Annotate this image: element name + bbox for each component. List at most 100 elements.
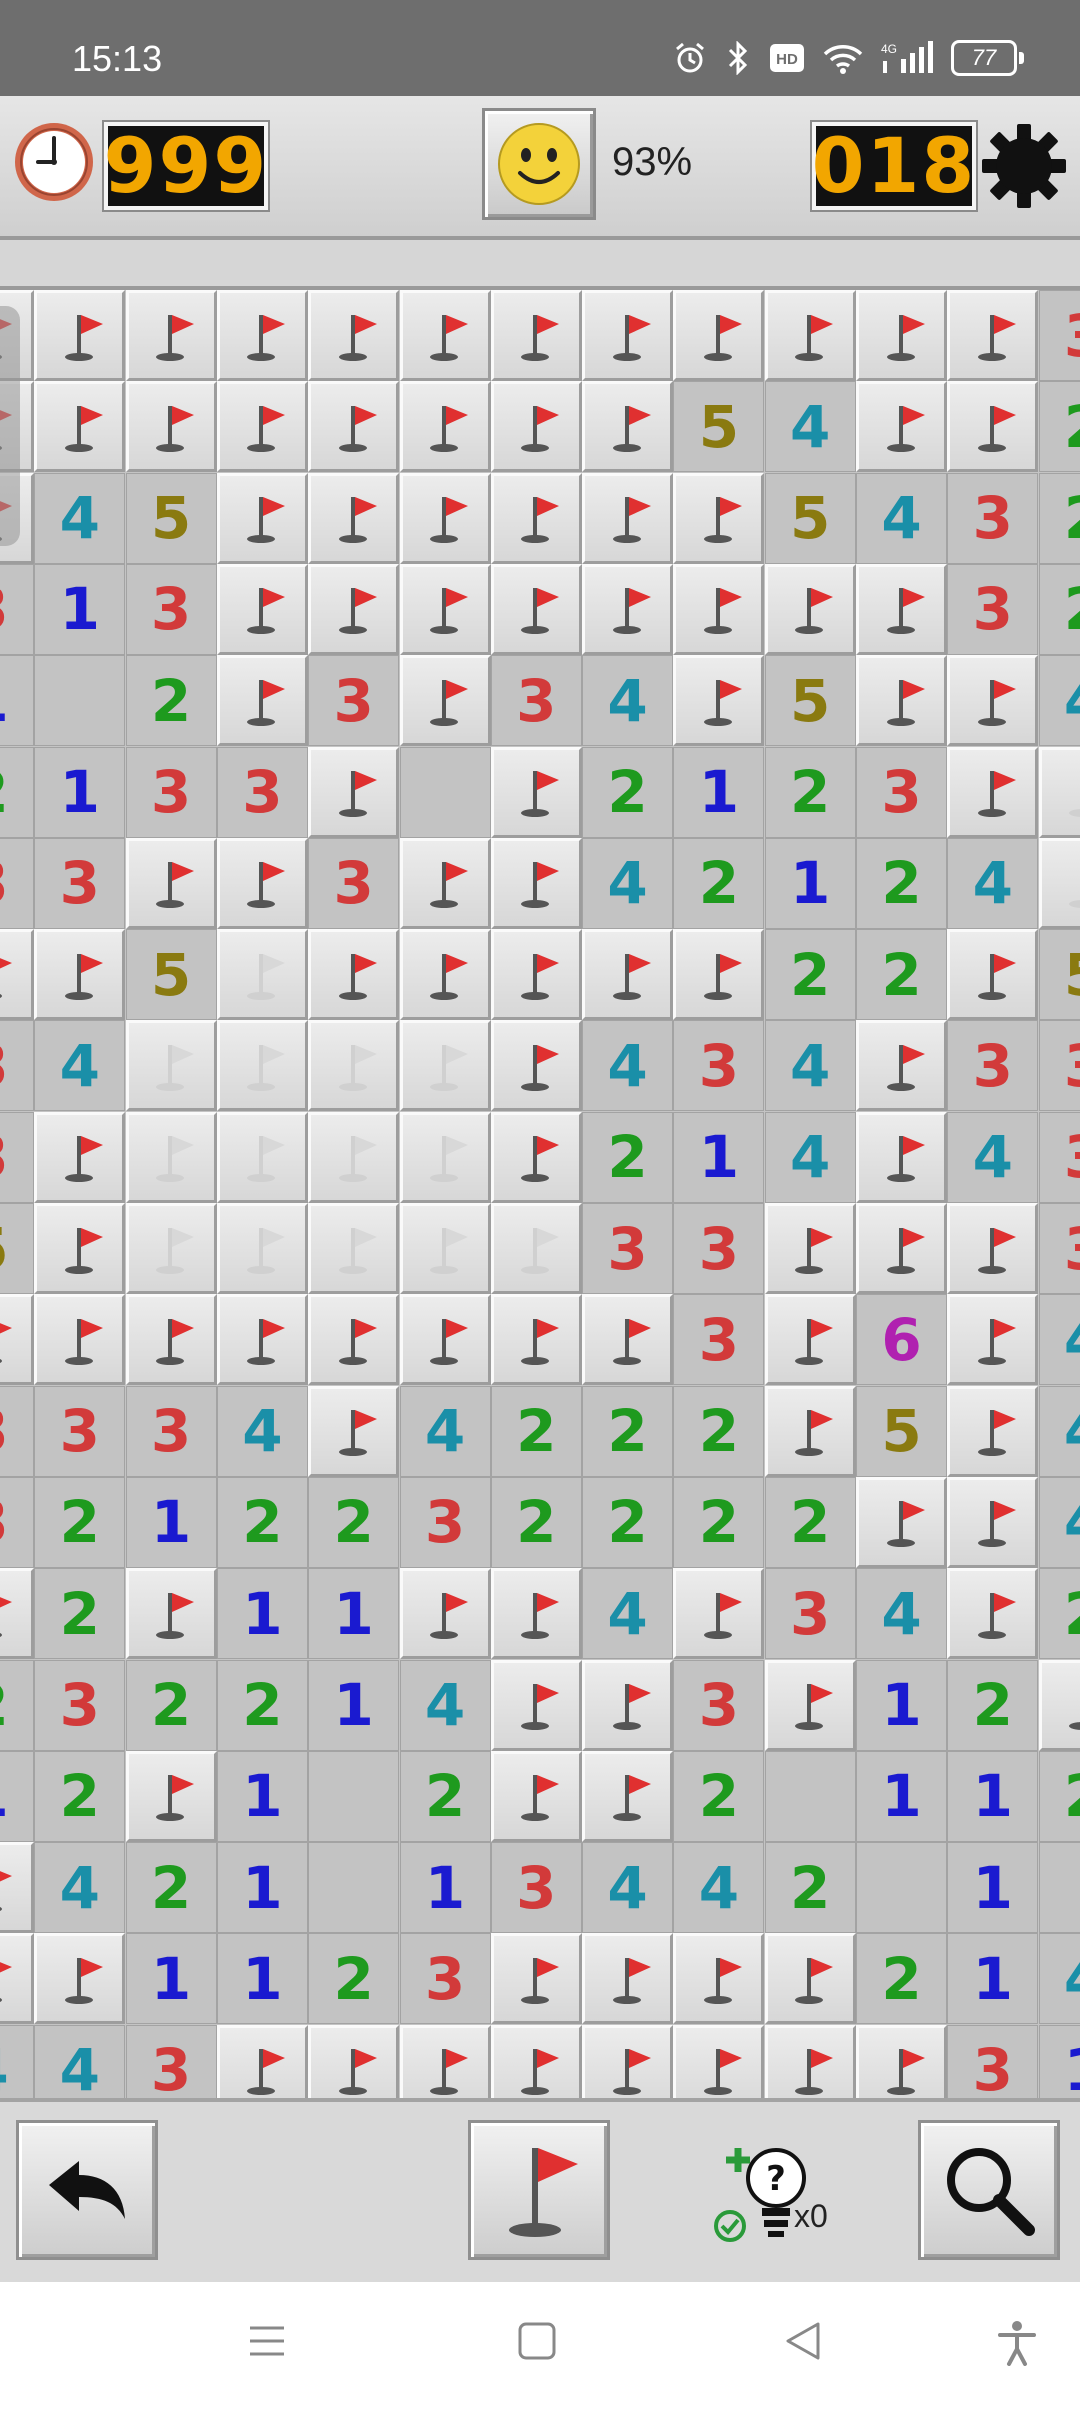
flagged-cell[interactable]: [856, 1111, 947, 1203]
flagged-cell[interactable]: [490, 290, 582, 381]
number-cell[interactable]: 3: [34, 837, 126, 929]
menu-icon[interactable]: [246, 2320, 288, 2362]
flagged-cell[interactable]: [125, 381, 217, 473]
flagged-cell[interactable]: [673, 563, 765, 655]
number-cell[interactable]: 5: [1038, 929, 1080, 1021]
number-cell[interactable]: 4: [582, 1020, 674, 1112]
flagged-cell[interactable]: [34, 929, 126, 1021]
flagged-cell[interactable]: [308, 746, 400, 838]
flagged-cell[interactable]: [947, 746, 1039, 838]
empty-cell[interactable]: [34, 655, 126, 747]
flagged-cell[interactable]: [399, 2024, 491, 2098]
flagged-cell[interactable]: [399, 929, 491, 1021]
flagged-cell[interactable]: [490, 563, 582, 655]
flagged-cell[interactable]: [125, 1750, 217, 1842]
number-cell[interactable]: 2: [1038, 472, 1080, 564]
flagged-cell[interactable]: [582, 1659, 674, 1751]
side-drawer-handle[interactable]: [0, 306, 20, 546]
empty-cell[interactable]: [856, 1842, 947, 1934]
accessibility-icon[interactable]: [996, 2320, 1038, 2366]
flagged-cell[interactable]: [34, 381, 126, 473]
flagged-cell[interactable]: [673, 1933, 765, 2025]
covered-cell[interactable]: [216, 1203, 308, 1294]
flagged-cell[interactable]: [582, 2024, 674, 2098]
number-cell[interactable]: 1: [399, 1842, 491, 1934]
number-cell[interactable]: 3: [308, 655, 400, 747]
number-cell[interactable]: 3: [1038, 1020, 1080, 1112]
empty-cell[interactable]: [308, 1842, 400, 1934]
number-cell[interactable]: 2: [856, 1933, 947, 2025]
number-cell[interactable]: 2: [582, 1111, 674, 1203]
number-cell[interactable]: 1: [856, 1659, 947, 1751]
number-cell[interactable]: 3: [764, 1568, 856, 1660]
number-cell[interactable]: 4: [1038, 1933, 1080, 2025]
flagged-cell[interactable]: [582, 381, 674, 473]
covered-cell[interactable]: [216, 1020, 308, 1112]
flagged-cell[interactable]: [673, 2024, 765, 2098]
number-cell[interactable]: 3: [1038, 1203, 1080, 1294]
flagged-cell[interactable]: [490, 1111, 582, 1203]
flagged-cell[interactable]: [216, 837, 308, 929]
flagged-cell[interactable]: [764, 1385, 856, 1477]
number-cell[interactable]: 1: [216, 1933, 308, 2025]
flagged-cell[interactable]: [947, 655, 1039, 747]
flagged-cell[interactable]: [582, 1750, 674, 1842]
flagged-cell[interactable]: [673, 290, 765, 381]
number-cell[interactable]: 2: [490, 1476, 582, 1568]
number-cell[interactable]: 4: [582, 837, 674, 929]
number-cell[interactable]: 2: [34, 1568, 126, 1660]
flagged-cell[interactable]: [856, 1203, 947, 1294]
number-cell[interactable]: 1: [673, 746, 765, 838]
number-cell[interactable]: 3: [947, 472, 1039, 564]
flagged-cell[interactable]: [947, 929, 1039, 1021]
number-cell[interactable]: 4: [582, 1568, 674, 1660]
number-cell[interactable]: 2: [125, 1842, 217, 1934]
flagged-cell[interactable]: [947, 1476, 1039, 1568]
number-cell[interactable]: 6: [856, 1294, 947, 1386]
flagged-cell[interactable]: [490, 929, 582, 1021]
covered-cell[interactable]: [399, 1203, 491, 1294]
number-cell[interactable]: 3: [673, 1203, 765, 1294]
minesweeper-board[interactable]: 3254245543231332123345421332123333421245…: [0, 290, 1080, 2098]
flagged-cell[interactable]: [0, 1842, 34, 1934]
number-cell[interactable]: 2: [1038, 381, 1080, 473]
flagged-cell[interactable]: [0, 929, 34, 1021]
number-cell[interactable]: 2: [216, 1476, 308, 1568]
number-cell[interactable]: 4: [764, 1111, 856, 1203]
number-cell[interactable]: 2: [0, 746, 34, 838]
number-cell[interactable]: 5: [673, 381, 765, 473]
number-cell[interactable]: 3: [673, 1294, 765, 1386]
number-cell[interactable]: 2: [764, 746, 856, 838]
number-cell[interactable]: 3: [490, 655, 582, 747]
undo-button[interactable]: [16, 2120, 158, 2260]
number-cell[interactable]: 2: [582, 746, 674, 838]
empty-cell[interactable]: [764, 1750, 856, 1842]
number-cell[interactable]: 4: [1038, 1385, 1080, 1477]
flagged-cell[interactable]: [673, 655, 765, 747]
number-cell[interactable]: 3: [125, 1385, 217, 1477]
flagged-cell[interactable]: [947, 1294, 1039, 1386]
flagged-cell[interactable]: [764, 563, 856, 655]
flagged-cell[interactable]: [764, 1294, 856, 1386]
number-cell[interactable]: 2: [673, 837, 765, 929]
covered-cell[interactable]: [1038, 837, 1080, 929]
flagged-cell[interactable]: [947, 1385, 1039, 1477]
number-cell[interactable]: 4: [764, 381, 856, 473]
number-cell[interactable]: 1: [34, 563, 126, 655]
flagged-cell[interactable]: [490, 2024, 582, 2098]
covered-cell[interactable]: [125, 1203, 217, 1294]
flagged-cell[interactable]: [490, 1020, 582, 1112]
number-cell[interactable]: 5: [125, 929, 217, 1021]
number-cell[interactable]: 3: [125, 746, 217, 838]
number-cell[interactable]: 4: [399, 1659, 491, 1751]
number-cell[interactable]: 3: [490, 1842, 582, 1934]
flagged-cell[interactable]: [399, 1568, 491, 1660]
covered-cell[interactable]: [308, 1020, 400, 1112]
number-cell[interactable]: 3: [125, 2024, 217, 2098]
empty-cell[interactable]: [1038, 1842, 1080, 1934]
number-cell[interactable]: 2: [216, 1659, 308, 1751]
number-cell[interactable]: 4: [1038, 655, 1080, 747]
number-cell[interactable]: 3: [947, 1020, 1039, 1112]
number-cell[interactable]: 4: [34, 1020, 126, 1112]
flagged-cell[interactable]: [308, 929, 400, 1021]
